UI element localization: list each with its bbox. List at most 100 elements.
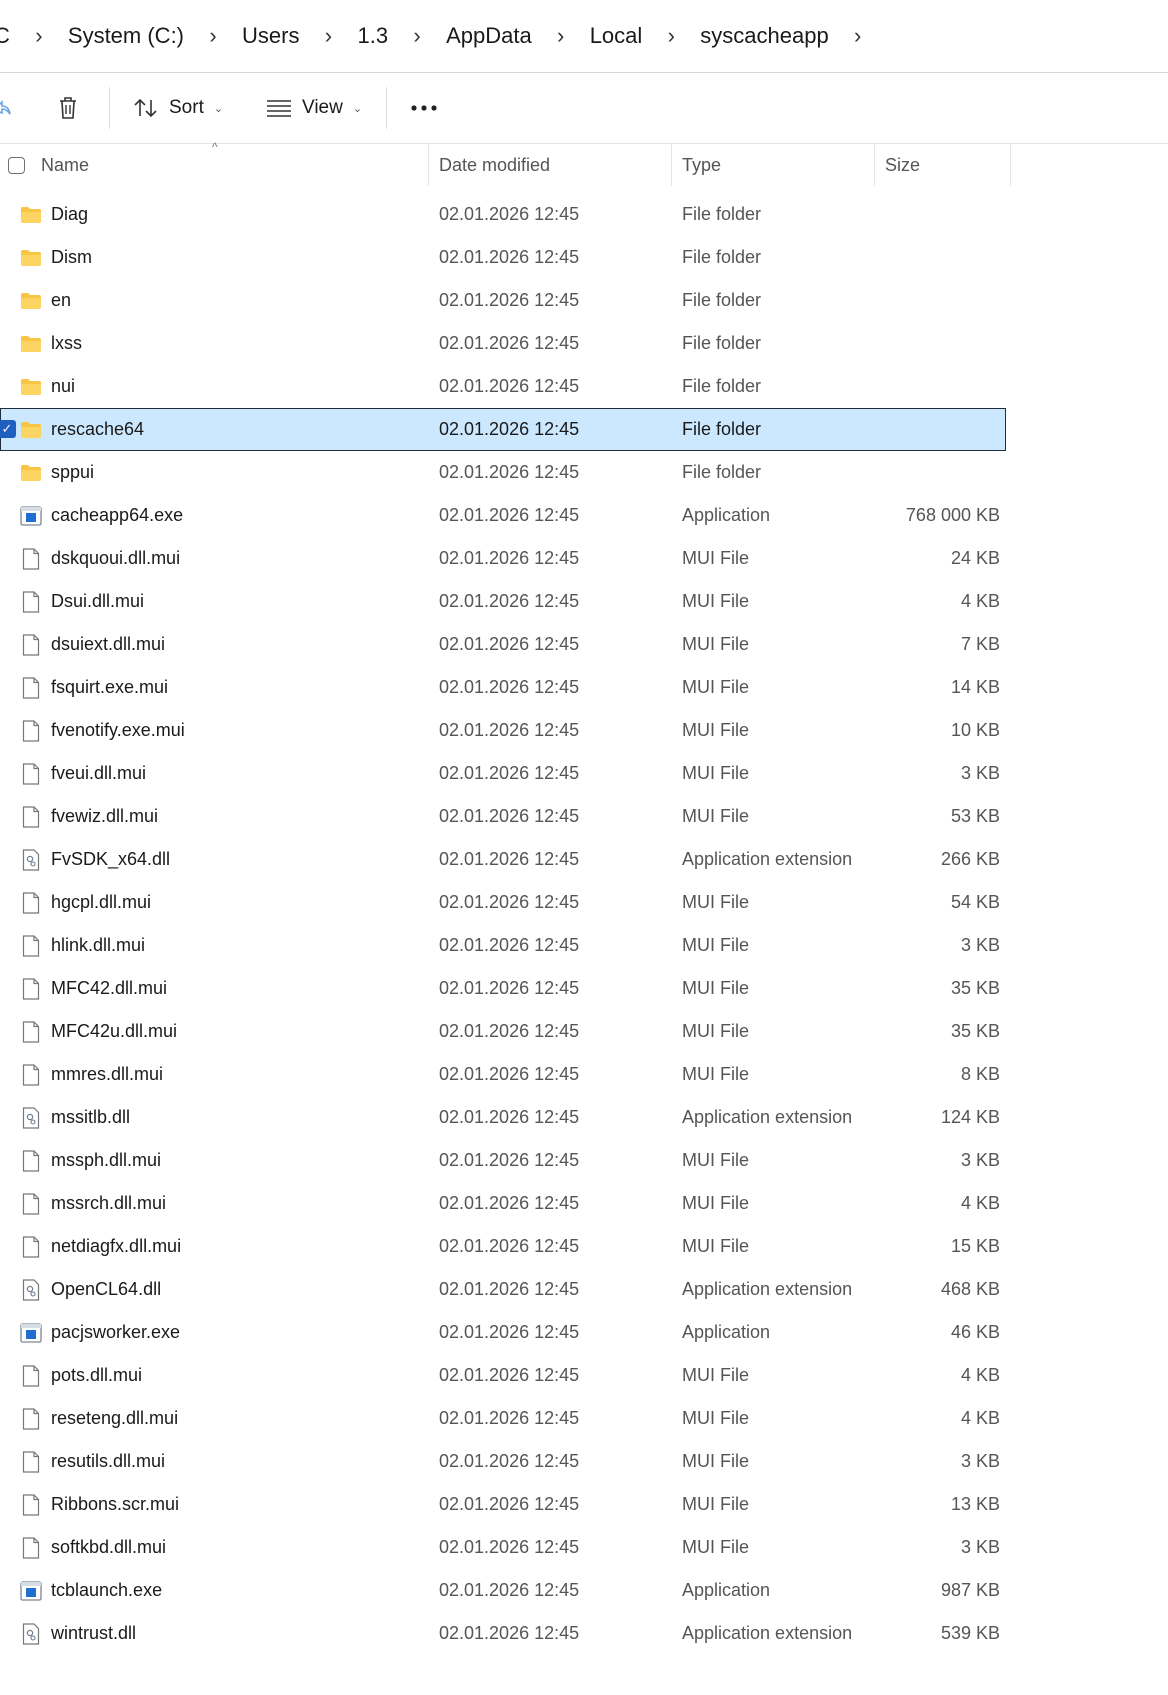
breadcrumb-item-appdata[interactable]: AppData [446,23,532,49]
table-row[interactable]: FvSDK_x64.dll 02.01.2026 12:45 Application… [0,838,1006,881]
dll-icon [20,1622,42,1645]
table-row[interactable]: Diag 02.01.2026 12:45 File folder [0,193,1006,236]
cell-size: 3 KB [960,935,1000,955]
table-row[interactable]: mssitlb.dll 02.01.2026 12:45 Application e… [0,1096,1006,1139]
chevron-right-icon[interactable]: › [847,23,869,49]
table-row[interactable]: dsuiext.dll.mui 02.01.2026 12:45 MUI File 7… [0,623,1006,666]
file-name: netdiagfx.dll.mui [51,1236,182,1256]
table-row[interactable]: nui 02.01.2026 12:45 File folder [0,365,1006,408]
cell-date-modified: 02.01.2026 12:45 [439,1451,580,1471]
table-row[interactable]: MFC42u.dll.mui 02.01.2026 12:45 MUI File 35… [0,1010,1006,1053]
view-button[interactable]: View ⌄ [266,73,362,143]
breadcrumb-item-system-c[interactable]: System (C:) [68,23,184,49]
file-icon [20,1407,42,1430]
breadcrumb-item-user[interactable]: 1.3 [357,23,388,49]
file-name: Dsui.dll.mui [51,591,145,611]
cell-name: Diag [20,193,420,236]
breadcrumb-item-users[interactable]: Users [242,23,299,49]
table-row[interactable]: lxss 02.01.2026 12:45 File folder [0,322,1006,365]
breadcrumb-cut-fragment[interactable]: C [0,23,10,49]
cell-type: MUI File [682,1193,749,1213]
cell-size: 3 KB [960,1537,1000,1557]
folder-icon [20,419,42,441]
table-row[interactable]: fsquirt.exe.mui 02.01.2026 12:45 MUI File 1… [0,666,1006,709]
select-all-checkbox[interactable] [8,156,25,174]
table-row[interactable]: tcblaunch.exe 02.01.2026 12:45 Application… [0,1569,1006,1612]
chevron-right-icon[interactable]: › [550,23,572,49]
table-row[interactable]: mmres.dll.mui 02.01.2026 12:45 MUI File 8 K… [0,1053,1006,1096]
table-row[interactable]: wintrust.dll 02.01.2026 12:45 Application … [0,1612,1006,1655]
table-row[interactable]: sppui 02.01.2026 12:45 File folder [0,451,1006,494]
chevron-right-icon[interactable]: › [406,23,428,49]
cell-size: 10 KB [950,720,1000,740]
table-row[interactable]: mssrch.dll.mui 02.01.2026 12:45 MUI File 4 … [0,1182,1006,1225]
table-row[interactable]: fvenotify.exe.mui 02.01.2026 12:45 MUI Fil… [0,709,1006,752]
file-name: tcblaunch.exe [51,1580,163,1600]
table-row[interactable]: hgcpl.dll.mui 02.01.2026 12:45 MUI File 54 … [0,881,1006,924]
table-row[interactable]: hlink.dll.mui 02.01.2026 12:45 MUI File 3 K… [0,924,1006,967]
table-row[interactable]: mssph.dll.mui 02.01.2026 12:45 MUI File 3 K… [0,1139,1006,1182]
cell-name: fvewiz.dll.mui [20,795,420,838]
cell-type: MUI File [682,548,749,568]
cell-size: 539 KB [940,1623,1000,1643]
table-row[interactable]: fveui.dll.mui 02.01.2026 12:45 MUI File 3 K… [0,752,1006,795]
table-row[interactable]: Dism 02.01.2026 12:45 File folder [0,236,1006,279]
row-checkbox-checked[interactable]: ✓ [0,420,16,438]
address-bar[interactable]: C › System (C:) › Users › 1.3 › AppData … [0,0,1168,73]
table-row[interactable]: OpenCL64.dll 02.01.2026 12:45 Application … [0,1268,1006,1311]
file-icon [20,1493,42,1516]
table-row[interactable]: pacjsworker.exe 02.01.2026 12:45 Applicati… [0,1311,1006,1354]
column-header-type[interactable]: Type [672,144,875,186]
table-row[interactable]: resutils.dll.mui 02.01.2026 12:45 MUI File… [0,1440,1006,1483]
cell-size: 3 KB [960,763,1000,783]
application-icon [20,1322,42,1344]
chevron-right-icon[interactable]: › [28,23,50,49]
more-options-button[interactable] [410,73,438,143]
cell-type: Application extension [682,849,853,869]
column-header-name[interactable]: Name [0,144,429,186]
breadcrumb-item-local[interactable]: Local [590,23,643,49]
column-header-date[interactable]: Date modified [429,144,672,186]
table-row[interactable]: MFC42.dll.mui 02.01.2026 12:45 MUI File 35 … [0,967,1006,1010]
file-name: FvSDK_x64.dll [51,849,171,869]
sort-button[interactable]: Sort ⌄ [133,73,223,143]
cell-date-modified: 02.01.2026 12:45 [439,935,580,955]
column-header-type-label: Type [682,154,722,175]
table-row[interactable]: Dsui.dll.mui 02.01.2026 12:45 MUI File 4 KB [0,580,1006,623]
breadcrumb-item-syscacheapp[interactable]: syscacheapp [700,23,828,49]
table-row[interactable]: Ribbons.scr.mui 02.01.2026 12:45 MUI File 1… [0,1483,1006,1526]
table-row[interactable]: softkbd.dll.mui 02.01.2026 12:45 MUI File 3… [0,1526,1006,1569]
cell-name: FvSDK_x64.dll [20,838,420,881]
application-icon [20,1580,42,1602]
table-row[interactable]: dskquoui.dll.mui 02.01.2026 12:45 MUI File… [0,537,1006,580]
delete-button[interactable] [56,73,80,143]
table-row[interactable]: en 02.01.2026 12:45 File folder [0,279,1006,322]
table-row[interactable]: fvewiz.dll.mui 02.01.2026 12:45 MUI File 53… [0,795,1006,838]
cell-type: Application [682,505,771,525]
column-header-size[interactable]: Size [875,144,1011,186]
table-row[interactable]: pots.dll.mui 02.01.2026 12:45 MUI File 4 KB [0,1354,1006,1397]
cell-date-modified: 02.01.2026 12:45 [439,677,580,697]
chevron-right-icon[interactable]: › [660,23,682,49]
file-name: Ribbons.scr.mui [51,1494,180,1514]
cell-date-modified: 02.01.2026 12:45 [439,1107,580,1127]
file-icon [20,590,42,613]
cell-size: 54 KB [950,892,1000,912]
cell-date-modified: 02.01.2026 12:45 [439,634,580,654]
chevron-right-icon[interactable]: › [317,23,339,49]
share-button[interactable] [0,73,12,143]
cell-size [860,236,1000,279]
chevron-right-icon[interactable]: › [202,23,224,49]
cell-date-modified: 02.01.2026 12:45 [439,892,580,912]
cell-name: rescache64 [20,408,420,451]
cell-type: MUI File [682,978,749,998]
table-row[interactable]: reseteng.dll.mui 02.01.2026 12:45 MUI File… [0,1397,1006,1440]
cell-size: 46 KB [950,1322,1000,1342]
table-row[interactable]: ✓ rescache64 02.01.2026 12:45 File folder [0,408,1006,451]
table-row[interactable]: netdiagfx.dll.mui 02.01.2026 12:45 MUI Fil… [0,1225,1006,1268]
cell-type: Application [682,1580,771,1600]
cell-type: File folder [682,376,762,396]
table-row[interactable]: cacheapp64.exe 02.01.2026 12:45 Applicatio… [0,494,1006,537]
cell-name: MFC42u.dll.mui [20,1010,420,1053]
cell-size: 3 KB [960,1150,1000,1170]
